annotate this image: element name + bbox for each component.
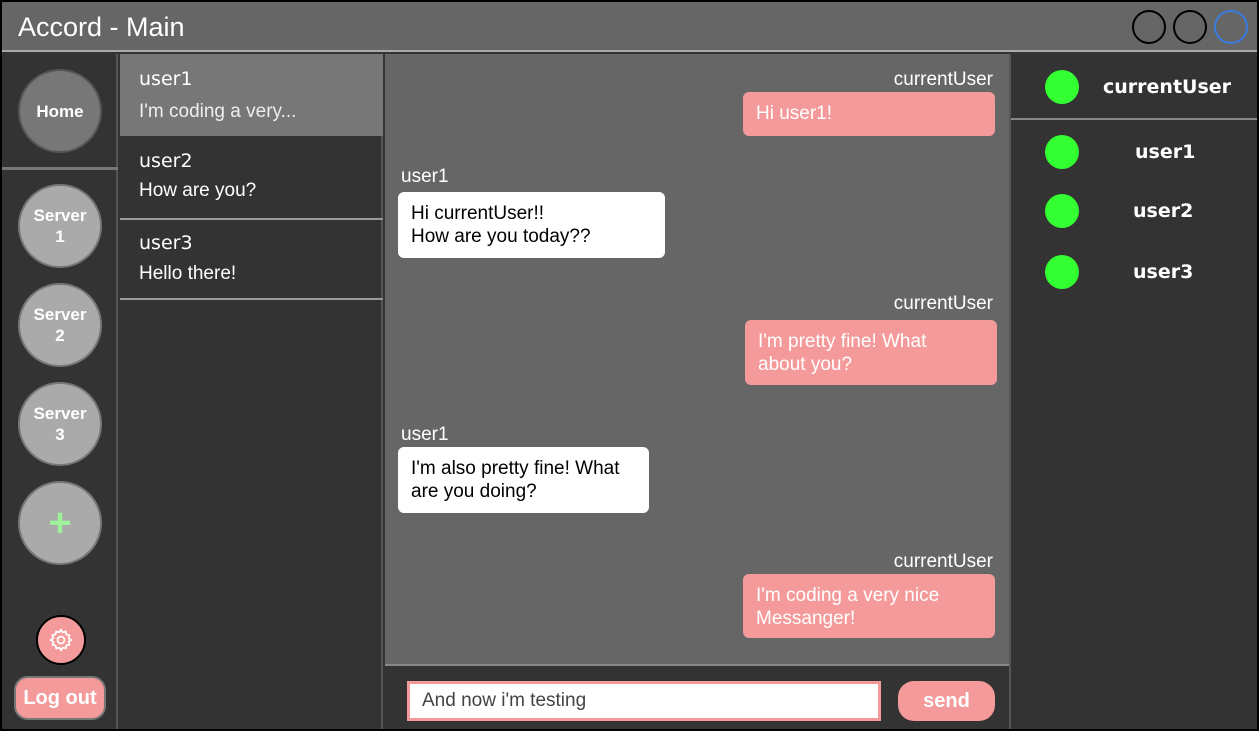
- message-line: about you?: [758, 354, 853, 375]
- message-line: Messanger!: [756, 608, 856, 629]
- window-control-button-1[interactable]: [1132, 10, 1166, 44]
- message-bubble: Hi currentUser!! How are you today??: [398, 192, 665, 258]
- member-name: user2: [1133, 200, 1194, 222]
- message-bubble: I'm also pretty fine! What are you doing…: [398, 447, 649, 513]
- message-line: I'm also pretty fine! What: [411, 458, 620, 479]
- message-sender: currentUser: [893, 551, 993, 572]
- member-item-user2[interactable]: user2: [1011, 182, 1257, 242]
- conversation-preview: I'm coding a very...: [139, 101, 297, 122]
- window-title: Accord - Main: [18, 12, 185, 42]
- online-status-icon: [1045, 70, 1079, 104]
- app-window: Accord - Main Home Server 1 Server 2 Ser…: [1, 1, 1258, 730]
- conversation-preview: Hello there!: [139, 263, 237, 284]
- conversation-preview: How are you?: [139, 180, 257, 201]
- server-1-label: Server 1: [33, 206, 87, 246]
- server-2-label: Server 2: [33, 305, 87, 345]
- message-input[interactable]: [407, 681, 881, 721]
- conversation-name: user3: [139, 232, 193, 254]
- member-name: user3: [1133, 261, 1194, 283]
- gear-icon: [49, 628, 73, 652]
- conversation-name: user1: [139, 68, 193, 90]
- online-status-icon: [1045, 194, 1079, 228]
- message-bubble: I'm coding a very nice Messanger!: [743, 574, 995, 638]
- rail-divider: [2, 167, 118, 170]
- conversation-name: user2: [139, 150, 193, 172]
- home-button[interactable]: Home: [18, 69, 102, 153]
- member-name: user1: [1135, 141, 1196, 163]
- chat-panel: currentUser Hi user1! user1 Hi currentUs…: [385, 54, 1011, 729]
- member-list: currentUser user1 user2 user3: [1009, 54, 1257, 729]
- member-item-user3[interactable]: user3: [1011, 242, 1257, 302]
- message-sender: user1: [401, 166, 449, 187]
- message-composer: send: [385, 664, 1011, 729]
- plus-icon: +: [48, 500, 72, 545]
- add-server-button[interactable]: +: [18, 481, 102, 565]
- server-2-button[interactable]: Server 2: [18, 283, 102, 367]
- message-line: Hi user1!: [756, 103, 833, 124]
- server-1-button[interactable]: Server 1: [18, 184, 102, 268]
- server-3-button[interactable]: Server 3: [18, 382, 102, 466]
- conversation-item-user1[interactable]: user1 I'm coding a very...: [120, 54, 383, 136]
- member-item-user1[interactable]: user1: [1011, 122, 1257, 182]
- send-button[interactable]: send: [898, 681, 995, 721]
- online-status-icon: [1045, 135, 1079, 169]
- online-status-icon: [1045, 255, 1079, 289]
- message-sender: user1: [401, 424, 449, 445]
- window-control-button-3[interactable]: [1214, 10, 1248, 44]
- home-label: Home: [36, 101, 84, 121]
- message-line: are you doing?: [411, 481, 537, 502]
- settings-button[interactable]: [36, 615, 86, 665]
- conversation-item-user2[interactable]: user2 How are you?: [120, 136, 383, 220]
- message-line: Hi currentUser!!: [411, 203, 545, 224]
- message-bubble: Hi user1!: [743, 92, 995, 136]
- message-sender: currentUser: [893, 293, 993, 314]
- conversation-item-user3[interactable]: user3 Hello there!: [120, 220, 383, 300]
- logout-button[interactable]: Log out: [14, 676, 106, 720]
- server-3-label: Server 3: [33, 404, 87, 444]
- message-line: I'm pretty fine! What: [758, 331, 927, 352]
- message-line: I'm coding a very nice: [756, 585, 940, 606]
- member-item-currentuser[interactable]: currentUser: [1011, 54, 1257, 120]
- member-name: currentUser: [1103, 76, 1232, 98]
- message-sender: currentUser: [893, 69, 993, 90]
- message-line: How are you today??: [411, 226, 591, 247]
- conversation-list: user1 I'm coding a very... user2 How are…: [120, 54, 383, 729]
- window-control-button-2[interactable]: [1173, 10, 1207, 44]
- server-rail: Home Server 1 Server 2 Server 3 + Log ou…: [2, 54, 118, 729]
- message-bubble: I'm pretty fine! What about you?: [745, 320, 997, 385]
- title-bar: Accord - Main: [2, 2, 1257, 52]
